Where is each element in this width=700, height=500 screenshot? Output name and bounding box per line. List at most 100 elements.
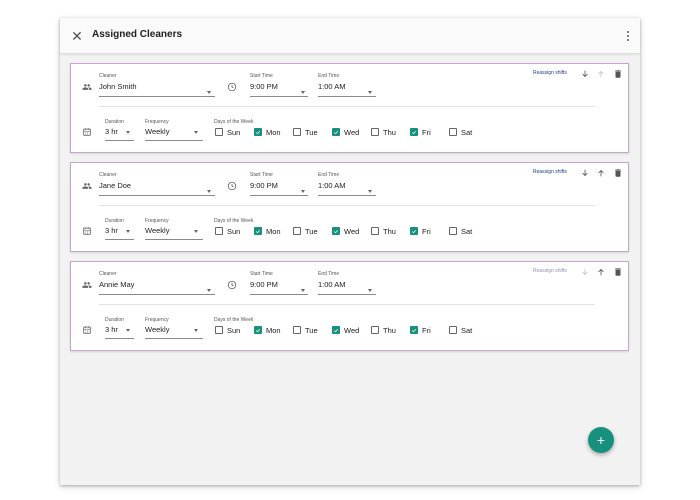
day-checkbox-fri[interactable]: Fri [410, 325, 431, 335]
checkbox[interactable] [215, 128, 223, 136]
end-time-select[interactable]: 1:00 AM [318, 82, 346, 91]
duration-label: Duration [105, 218, 124, 224]
start-time-underline [250, 195, 308, 196]
start-time-underline [250, 294, 308, 295]
cleaner-card: Cleaner John Smith Start Time 9:00 PM En… [70, 63, 629, 153]
chevron-down-icon[interactable] [126, 230, 130, 233]
checkbox[interactable] [410, 227, 418, 235]
cleaner-select[interactable]: Jane Doe [99, 181, 131, 190]
frequency-label: Frequency [145, 317, 169, 323]
checkbox[interactable] [215, 326, 223, 334]
duration-select[interactable]: 3 hr [105, 127, 118, 136]
chevron-down-icon[interactable] [126, 131, 130, 134]
start-time-select[interactable]: 9:00 PM [250, 82, 278, 91]
frequency-select[interactable]: Weekly [145, 127, 169, 136]
checkbox[interactable] [371, 326, 379, 334]
day-checkbox-thu[interactable]: Thu [371, 127, 396, 137]
checkbox[interactable] [293, 326, 301, 334]
chevron-down-icon[interactable] [126, 329, 130, 332]
duration-select[interactable]: 3 hr [105, 325, 118, 334]
checkbox[interactable] [254, 326, 262, 334]
checkbox[interactable] [332, 227, 340, 235]
checkbox[interactable] [332, 128, 340, 136]
checkbox[interactable] [410, 128, 418, 136]
chevron-down-icon[interactable] [194, 131, 198, 134]
calendar-icon [82, 325, 92, 335]
arrow-down-icon[interactable] [580, 168, 590, 178]
chevron-down-icon[interactable] [368, 190, 372, 193]
chevron-down-icon[interactable] [301, 190, 305, 193]
checkbox[interactable] [215, 227, 223, 235]
checkbox[interactable] [371, 128, 379, 136]
checkbox[interactable] [254, 227, 262, 235]
chevron-down-icon[interactable] [207, 190, 211, 193]
day-checkbox-wed[interactable]: Wed [332, 325, 359, 335]
cleaner-select[interactable]: John Smith [99, 82, 137, 91]
checkbox[interactable] [332, 326, 340, 334]
end-time-select[interactable]: 1:00 AM [318, 181, 346, 190]
add-icon[interactable]: + [588, 427, 614, 453]
arrow-down-icon[interactable] [580, 267, 590, 277]
checkbox[interactable] [449, 326, 457, 334]
start-time-select[interactable]: 9:00 PM [250, 181, 278, 190]
days-of-week-label: Days of the Week [214, 317, 254, 323]
reassign-shifts-link[interactable]: Reassign shifts [533, 169, 567, 175]
more-vert-icon[interactable] [624, 27, 632, 45]
close-icon[interactable]: ✕ [70, 27, 84, 45]
day-checkbox-thu[interactable]: Thu [371, 325, 396, 335]
end-time-underline [318, 96, 376, 97]
arrow-up-icon[interactable] [596, 69, 606, 79]
checkbox[interactable] [449, 227, 457, 235]
duration-select[interactable]: 3 hr [105, 226, 118, 235]
day-checkbox-tue[interactable]: Tue [293, 127, 318, 137]
day-checkbox-mon[interactable]: Mon [254, 325, 281, 335]
chevron-down-icon[interactable] [194, 329, 198, 332]
cleaner-select[interactable]: Annie May [99, 280, 134, 289]
day-checkbox-sat[interactable]: Sat [449, 127, 472, 137]
frequency-underline [145, 338, 203, 339]
arrow-down-icon[interactable] [580, 69, 590, 79]
day-checkbox-thu[interactable]: Thu [371, 226, 396, 236]
chevron-down-icon[interactable] [194, 230, 198, 233]
chevron-down-icon[interactable] [368, 289, 372, 292]
day-checkbox-tue[interactable]: Tue [293, 325, 318, 335]
delete-icon[interactable] [613, 267, 623, 277]
checkbox[interactable] [371, 227, 379, 235]
chevron-down-icon[interactable] [301, 289, 305, 292]
chevron-down-icon[interactable] [368, 91, 372, 94]
checkbox[interactable] [254, 128, 262, 136]
card-divider [99, 106, 595, 107]
arrow-up-icon[interactable] [596, 168, 606, 178]
frequency-select[interactable]: Weekly [145, 226, 169, 235]
chevron-down-icon[interactable] [207, 91, 211, 94]
start-time-select[interactable]: 9:00 PM [250, 280, 278, 289]
checkbox[interactable] [449, 128, 457, 136]
day-checkbox-tue[interactable]: Tue [293, 226, 318, 236]
reassign-shifts-link[interactable]: Reassign shifts [533, 268, 567, 274]
checkbox[interactable] [293, 128, 301, 136]
day-checkbox-wed[interactable]: Wed [332, 127, 359, 137]
day-checkbox-sat[interactable]: Sat [449, 325, 472, 335]
people-icon [82, 280, 92, 290]
day-checkbox-sun[interactable]: Sun [215, 127, 240, 137]
cleaner-card: Cleaner Annie May Start Time 9:00 PM End… [70, 261, 629, 351]
checkbox[interactable] [293, 227, 301, 235]
frequency-select[interactable]: Weekly [145, 325, 169, 334]
arrow-up-icon[interactable] [596, 267, 606, 277]
clock-icon [227, 280, 237, 290]
delete-icon[interactable] [613, 168, 623, 178]
day-checkbox-sat[interactable]: Sat [449, 226, 472, 236]
day-checkbox-fri[interactable]: Fri [410, 226, 431, 236]
day-checkbox-wed[interactable]: Wed [332, 226, 359, 236]
day-checkbox-mon[interactable]: Mon [254, 127, 281, 137]
day-checkbox-sun[interactable]: Sun [215, 226, 240, 236]
chevron-down-icon[interactable] [207, 289, 211, 292]
reassign-shifts-link[interactable]: Reassign shifts [533, 70, 567, 76]
checkbox[interactable] [410, 326, 418, 334]
day-checkbox-sun[interactable]: Sun [215, 325, 240, 335]
chevron-down-icon[interactable] [301, 91, 305, 94]
delete-icon[interactable] [613, 69, 623, 79]
day-checkbox-mon[interactable]: Mon [254, 226, 281, 236]
end-time-select[interactable]: 1:00 AM [318, 280, 346, 289]
day-checkbox-fri[interactable]: Fri [410, 127, 431, 137]
